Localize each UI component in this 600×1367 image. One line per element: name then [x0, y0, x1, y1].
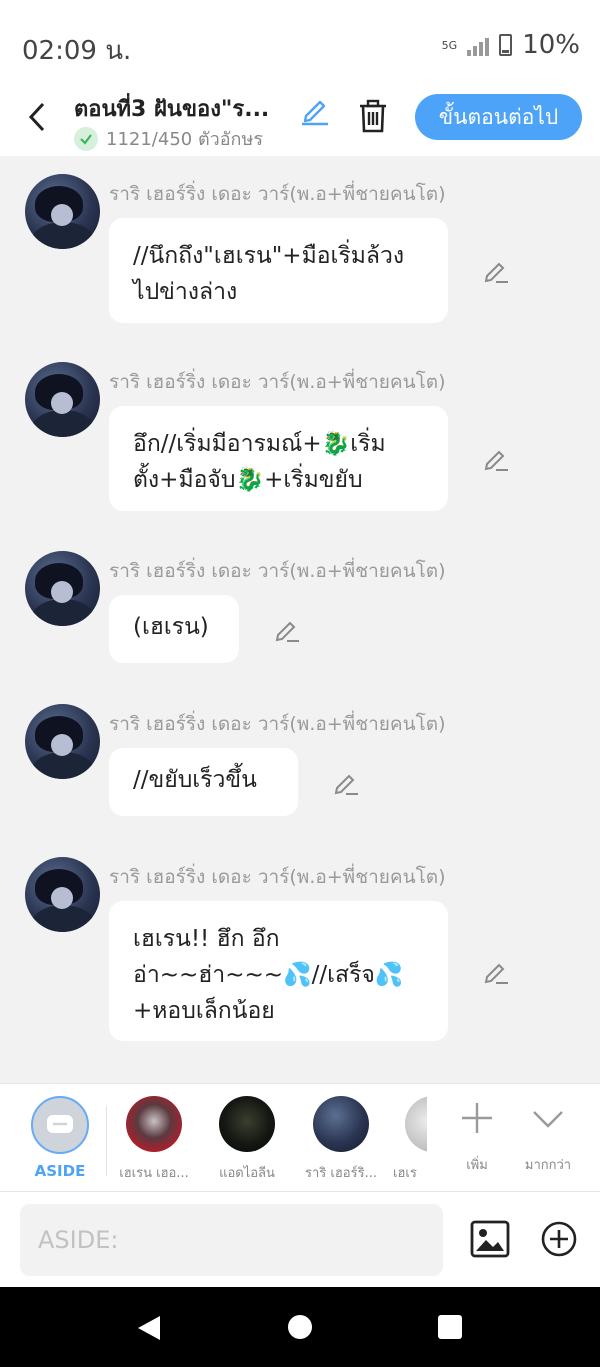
character-item[interactable]: เฮเรน เฮอ... — [114, 1096, 194, 1183]
back-button[interactable] — [20, 98, 54, 136]
character-item[interactable]: แอดไอลีน — [207, 1096, 287, 1183]
avatar[interactable] — [25, 857, 100, 932]
message-line: อ่า~~ฮ่า~~~💦//เสร็จ💦 — [133, 962, 404, 988]
add-button[interactable] — [540, 1220, 578, 1258]
aside-icon — [31, 1096, 89, 1154]
status-time: 02:09 น. — [22, 36, 132, 66]
message-bubble[interactable]: (เฮเรน) — [109, 595, 239, 663]
message-line: +หอบเล็กน้อย — [133, 998, 275, 1024]
check-icon — [74, 126, 98, 151]
pencil-icon — [334, 774, 358, 795]
pencil-icon — [484, 450, 508, 471]
character-name: ราริ เฮอร์ริ... — [305, 1166, 377, 1181]
recents-icon[interactable] — [438, 1315, 462, 1339]
navigation-bar — [0, 1287, 600, 1367]
add-label: เพิ่ม — [466, 1158, 488, 1173]
battery-percent: 10% — [522, 30, 580, 60]
edit-message-button[interactable] — [332, 768, 360, 796]
add-character-button[interactable]: เพิ่ม — [437, 1096, 517, 1175]
message-line: ไปข่างล่าง — [133, 279, 238, 305]
status-indicators: 5G 10% — [442, 30, 580, 60]
network-type: 5G — [441, 38, 458, 52]
edit-message-button[interactable] — [482, 957, 510, 985]
message-bubble[interactable]: //ขยับเร็วขึ้น — [109, 748, 298, 816]
sender-name: ราริ เฮอร์ริ่ง เดอะ วาร์(พ.อ+พี่ชายคนโต) — [109, 183, 446, 205]
avatar[interactable] — [25, 174, 100, 249]
plus-icon — [462, 1103, 492, 1133]
avatar — [405, 1096, 427, 1152]
chevron-left-icon — [28, 102, 45, 132]
image-icon — [470, 1220, 510, 1258]
aside-selector[interactable]: ASIDE — [20, 1096, 100, 1180]
message-line: ตั้ง+มือจับ🐉+เริ่มขยับ — [133, 467, 363, 493]
message-line: อึก//เริ่มมีอารมณ์+🐉เริ่ม — [133, 431, 386, 457]
sender-name: ราริ เฮอร์ริ่ง เดอะ วาร์(พ.อ+พี่ชายคนโต) — [109, 371, 446, 393]
avatar — [313, 1096, 369, 1152]
character-name: แอดไอลีน — [219, 1166, 275, 1181]
status-bar: 02:09 น. 5G 10% — [0, 0, 600, 88]
message-line: (เฮเรน) — [133, 614, 209, 640]
sender-name: ราริ เฮอร์ริ่ง เดอะ วาร์(พ.อ+พี่ชายคนโต) — [109, 560, 446, 582]
avatar[interactable] — [25, 704, 100, 779]
pencil-icon — [484, 963, 508, 984]
next-step-button[interactable]: ขั้นตอนต่อไป — [415, 94, 582, 140]
insert-image-button[interactable] — [470, 1220, 510, 1258]
edit-message-button[interactable] — [273, 615, 301, 643]
avatar[interactable] — [25, 551, 100, 626]
composer — [0, 1191, 600, 1287]
aside-input[interactable] — [20, 1204, 443, 1276]
chevron-down-icon — [533, 1111, 563, 1128]
pencil-icon — [302, 100, 328, 126]
avatar — [126, 1096, 182, 1152]
back-triangle-icon[interactable] — [136, 1315, 162, 1341]
message-line: เฮเรน!! ฮึก อึก — [133, 926, 280, 952]
pencil-icon — [484, 262, 508, 283]
message-line: //นึกถึง"เฮเรน"+มือเริ่มล้วง — [133, 243, 405, 269]
battery-icon — [499, 34, 513, 56]
signal-icon — [467, 34, 490, 56]
edit-message-button[interactable] — [482, 256, 510, 284]
more-label: มากกว่า — [524, 1158, 572, 1173]
character-selector: ASIDE เฮเรน เฮอ... แอดไอลีน ราริ เฮอร์ริ… — [0, 1083, 600, 1191]
char-count-text: 1121/450 ตัวอักษร — [106, 129, 263, 150]
plus-circle-icon — [541, 1221, 577, 1257]
message-line: //ขยับเร็วขึ้น — [133, 767, 257, 793]
avatar[interactable] — [25, 362, 100, 437]
more-button[interactable]: มากกว่า — [508, 1096, 588, 1175]
editor-header: ตอนที่3 ฝันของ"ร... 1121/450 ตัวอักษร ขั… — [0, 88, 600, 156]
character-name: เฮเรน เฮอ... — [119, 1166, 189, 1181]
delete-button[interactable] — [356, 98, 390, 134]
avatar — [219, 1096, 275, 1152]
aside-label: ASIDE — [34, 1162, 86, 1180]
message-bubble[interactable]: อึก//เริ่มมีอารมณ์+🐉เริ่ม ตั้ง+มือจับ🐉+เ… — [109, 406, 448, 511]
episode-title[interactable]: ตอนที่3 ฝันของ"ร... — [74, 91, 269, 126]
char-counter: 1121/450 ตัวอักษร — [74, 124, 263, 153]
sender-name: ราริ เฮอร์ริ่ง เดอะ วาร์(พ.อ+พี่ชายคนโต) — [109, 866, 446, 888]
edit-message-button[interactable] — [482, 444, 510, 472]
home-icon[interactable] — [288, 1315, 312, 1339]
character-name: เฮเร — [393, 1166, 417, 1181]
message-bubble[interactable]: //นึกถึง"เฮเรน"+มือเริ่มล้วง ไปข่างล่าง — [109, 218, 448, 323]
pencil-icon — [275, 621, 299, 642]
character-item[interactable]: ราริ เฮอร์ริ... — [301, 1096, 381, 1183]
edit-title-button[interactable] — [298, 92, 332, 126]
message-bubble[interactable]: เฮเรน!! ฮึก อึก อ่า~~ฮ่า~~~💦//เสร็จ💦 +หอ… — [109, 901, 448, 1041]
character-item[interactable]: เฮเร — [385, 1096, 427, 1183]
sender-name: ราริ เฮอร์ริ่ง เดอะ วาร์(พ.อ+พี่ชายคนโต) — [109, 713, 446, 735]
divider — [106, 1106, 107, 1176]
trash-icon — [360, 99, 386, 133]
